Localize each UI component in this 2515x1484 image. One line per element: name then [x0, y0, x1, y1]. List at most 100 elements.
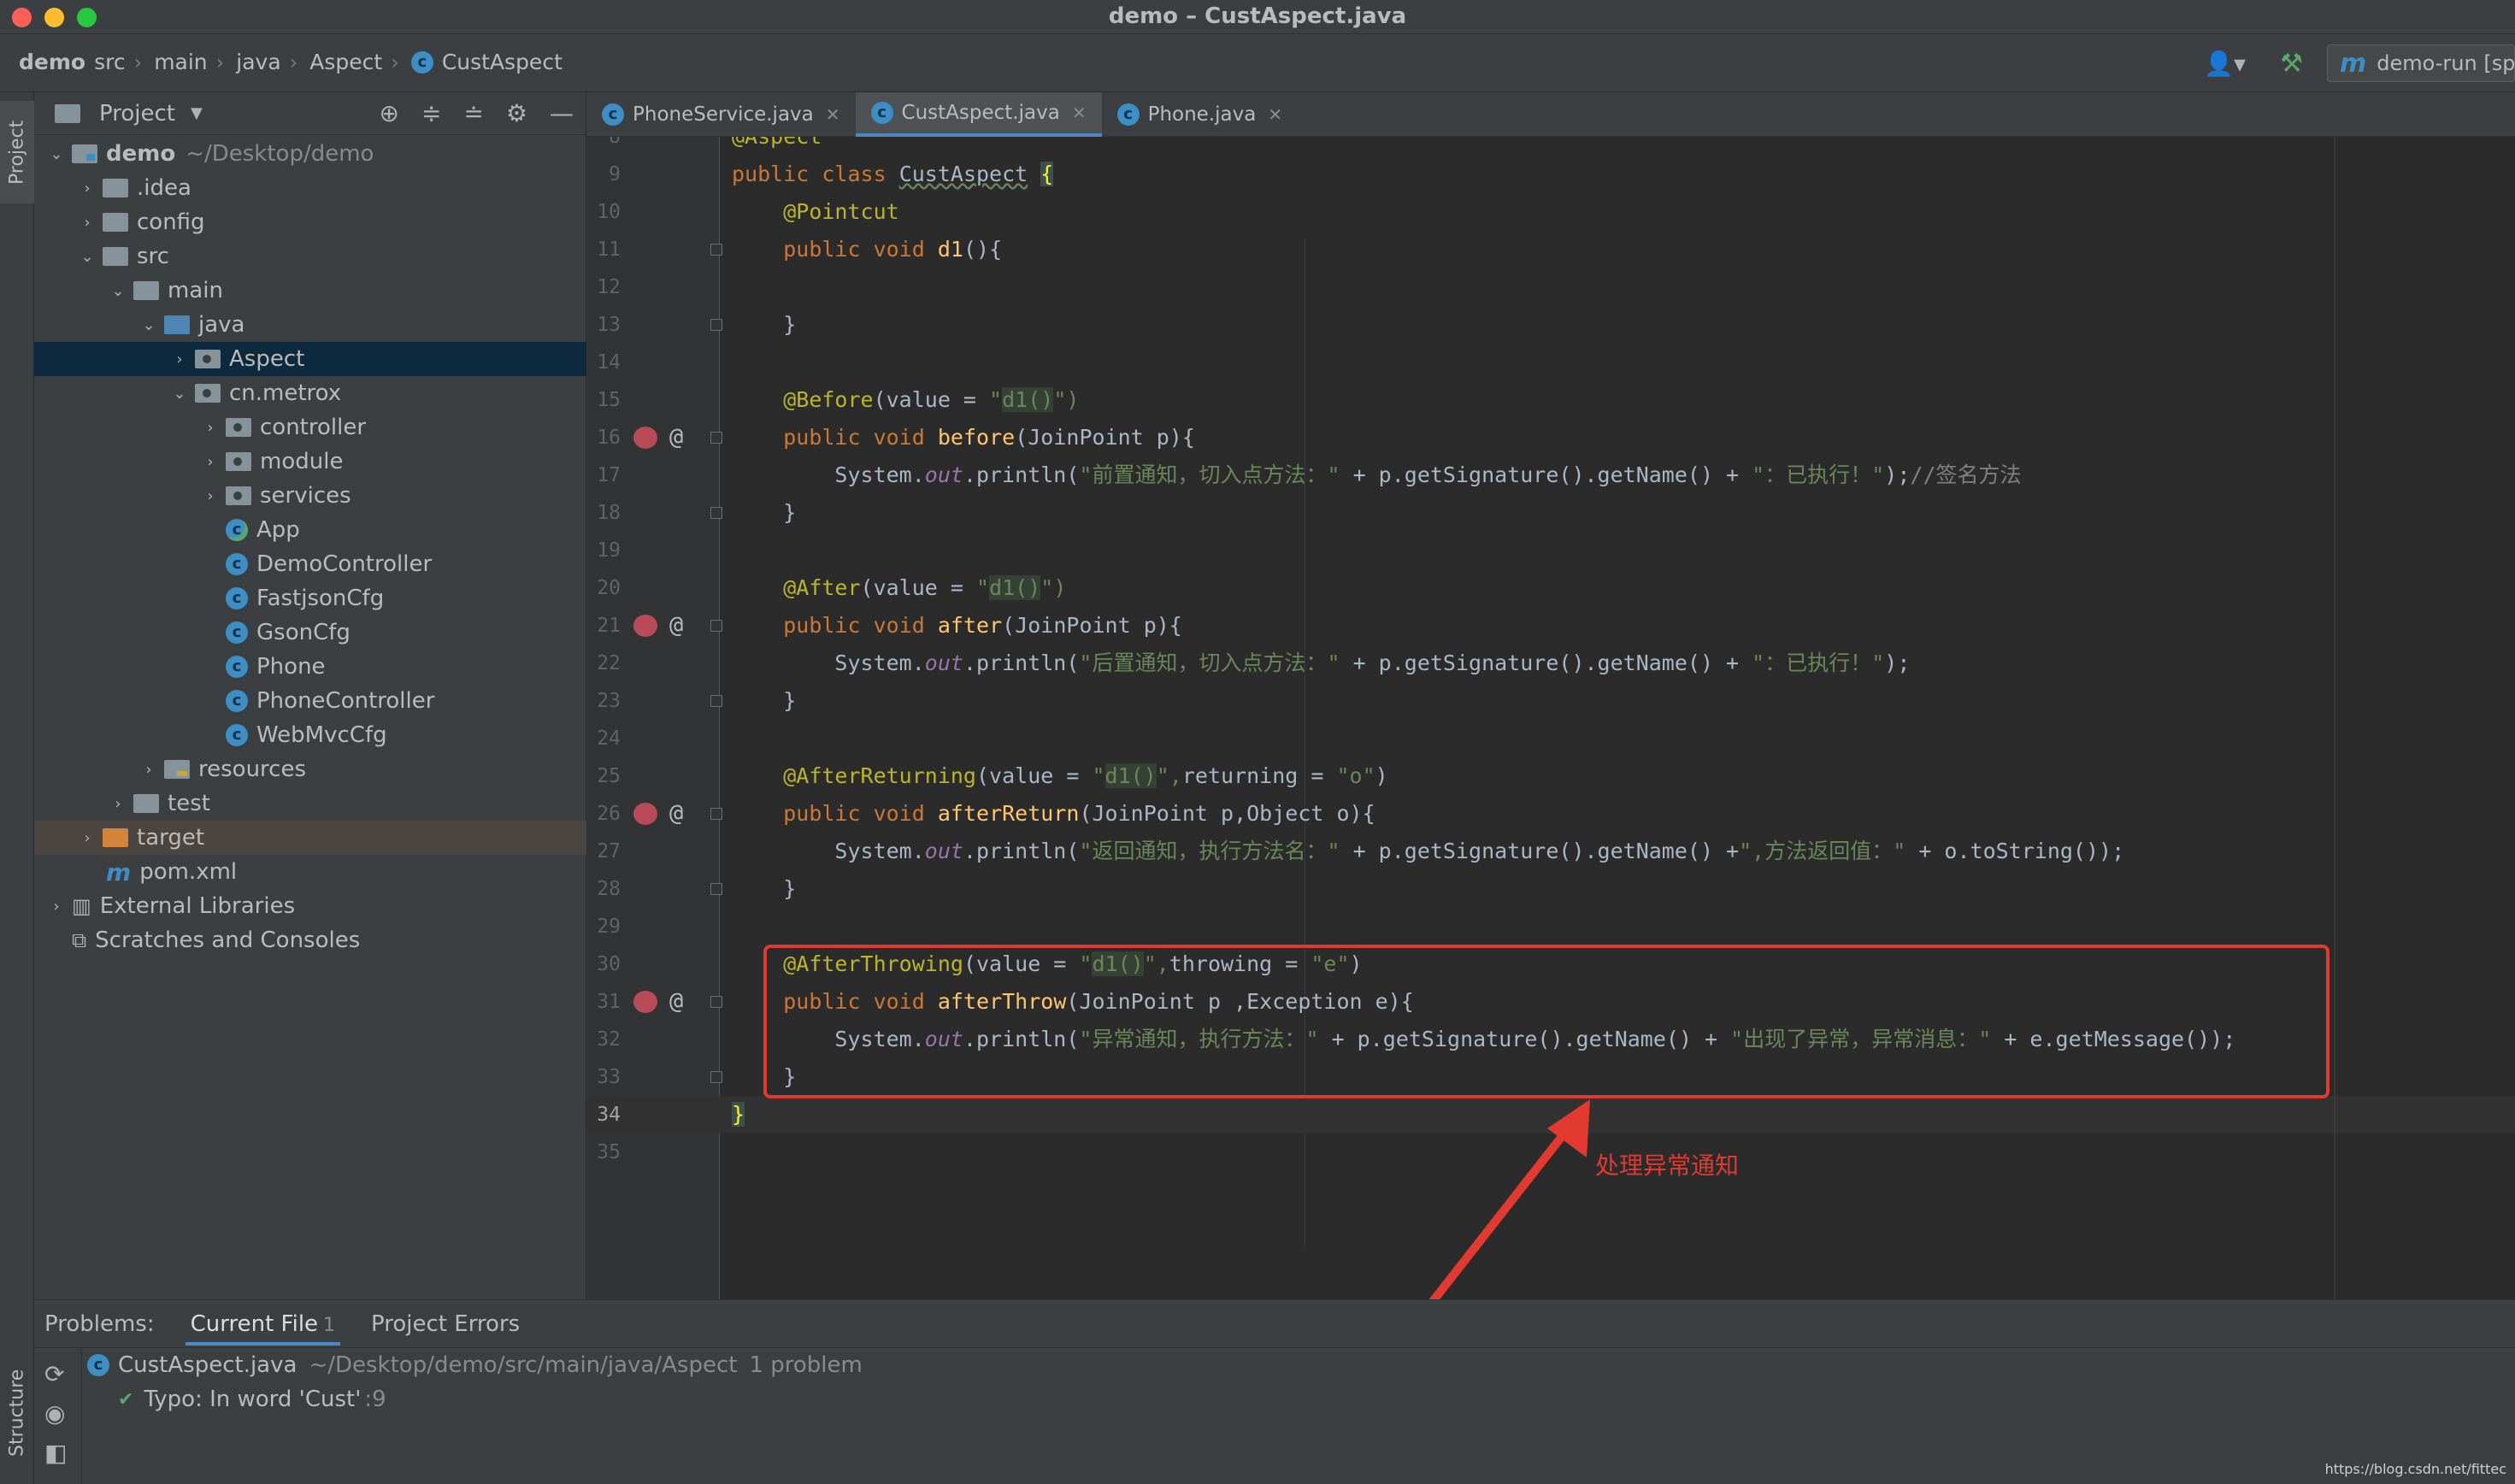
code-token: ": [1092, 763, 1105, 788]
annotation-at-icon[interactable]: @: [669, 419, 683, 456]
tab-phoneservice[interactable]: c PhoneService.java ✕: [586, 92, 856, 137]
chevron-down-icon[interactable]: ⌄: [46, 145, 67, 163]
fold-marker-icon[interactable]: [710, 1071, 722, 1083]
code-token: d1(): [1002, 387, 1054, 412]
tree-item-java[interactable]: ⌄ java: [34, 308, 586, 342]
fold-marker-icon[interactable]: [710, 620, 722, 632]
chevron-right-icon[interactable]: ›: [200, 487, 221, 505]
tree-item-config[interactable]: › config: [34, 205, 586, 239]
structure-tool-tab[interactable]: Structure: [0, 1357, 34, 1469]
tab-current-file[interactable]: Current File 1: [185, 1303, 341, 1346]
chevron-right-icon[interactable]: ›: [46, 898, 67, 916]
locate-icon[interactable]: ⊕: [379, 99, 398, 127]
chevron-right-icon[interactable]: ›: [77, 214, 97, 232]
tree-item-src[interactable]: ⌄ src: [34, 239, 586, 274]
breadcrumb-demo[interactable]: demo: [19, 50, 85, 74]
tree-item-services[interactable]: › services: [34, 479, 586, 513]
preview-panel-icon[interactable]: ◧: [44, 1439, 67, 1467]
hide-panel-icon[interactable]: —: [550, 99, 574, 127]
tree-item-scratches[interactable]: ⧉ Scratches and Consoles: [34, 923, 586, 957]
run-configuration-selector[interactable]: m demo-run [sprir: [2327, 44, 2515, 82]
breadcrumb-aspect[interactable]: Aspect: [309, 50, 382, 74]
chevron-right-icon[interactable]: ›: [169, 350, 190, 368]
aop-advice-icon[interactable]: [633, 427, 657, 449]
fold-marker-icon[interactable]: [710, 695, 722, 707]
tree-item-gsoncfg[interactable]: c GsonCfg: [34, 615, 586, 650]
tree-item-pom-xml[interactable]: m pom.xml: [34, 855, 586, 889]
problem-item-row[interactable]: ✔ Typo: In word 'Cust' :9: [82, 1382, 2515, 1416]
chevron-right-icon[interactable]: ›: [77, 180, 97, 197]
tree-item-democontroller[interactable]: c DemoController: [34, 547, 586, 581]
gear-icon[interactable]: ⚙: [506, 99, 527, 127]
close-icon[interactable]: ✕: [1268, 104, 1282, 125]
project-tree: ⌄ demo ~/Desktop/demo › .idea › config ⌄…: [34, 137, 586, 957]
tree-item-aspect[interactable]: › Aspect: [34, 342, 586, 376]
chevron-down-icon[interactable]: ⌄: [138, 316, 159, 334]
fold-marker-icon[interactable]: [710, 883, 722, 895]
fold-marker-icon[interactable]: [710, 996, 722, 1008]
chevron-down-icon[interactable]: ⌄: [169, 385, 190, 403]
class-icon: c: [226, 690, 248, 712]
tab-project-errors[interactable]: Project Errors: [371, 1303, 520, 1346]
annotation-at-icon[interactable]: @: [669, 795, 683, 833]
build-hammer-icon[interactable]: ⚒: [2280, 49, 2303, 79]
fold-marker-icon[interactable]: [710, 432, 722, 444]
problem-file-row[interactable]: c CustAspect.java ~/Desktop/demo/src/mai…: [82, 1348, 2515, 1382]
fold-marker-icon[interactable]: [710, 808, 722, 820]
aop-advice-icon[interactable]: [633, 803, 657, 825]
breadcrumb-main[interactable]: main: [154, 50, 207, 74]
tree-item-idea[interactable]: › .idea: [34, 171, 586, 205]
close-icon[interactable]: ✕: [1072, 103, 1087, 123]
tree-item-label: Aspect: [229, 346, 305, 372]
fold-marker-icon[interactable]: [710, 507, 722, 519]
chevron-down-icon[interactable]: ▼: [191, 104, 203, 122]
line-number: 9: [609, 163, 621, 186]
tree-item-cn-metrox[interactable]: ⌄ cn.metrox: [34, 376, 586, 410]
chevron-right-icon[interactable]: ›: [200, 453, 221, 471]
chevron-down-icon[interactable]: ⌄: [77, 248, 97, 266]
tab-label: Phone.java: [1147, 103, 1257, 126]
chevron-right-icon[interactable]: ›: [138, 761, 159, 779]
annotation-at-icon[interactable]: @: [669, 983, 683, 1021]
folder-icon: [103, 179, 128, 197]
tab-custaspect[interactable]: c CustAspect.java ✕: [855, 92, 1102, 137]
fold-marker-icon[interactable]: [710, 244, 722, 256]
tree-item-phonecontroller[interactable]: c PhoneController: [34, 684, 586, 718]
tree-item-webmvccfg[interactable]: c WebMvcCfg: [34, 718, 586, 752]
project-tool-tab[interactable]: Project: [0, 101, 34, 203]
tree-item-resources[interactable]: › resources: [34, 752, 586, 786]
breadcrumb-java[interactable]: java: [236, 50, 280, 74]
chevron-down-icon[interactable]: ⌄: [108, 282, 128, 300]
tree-item-external-libraries[interactable]: › ▥ External Libraries: [34, 889, 586, 923]
project-panel-title[interactable]: Project: [99, 101, 175, 127]
maven-icon: m: [2340, 48, 2367, 79]
tree-item-app[interactable]: c App: [34, 513, 586, 547]
tree-item-demo[interactable]: ⌄ demo ~/Desktop/demo: [34, 137, 586, 171]
class-icon: c: [226, 621, 248, 644]
tree-item-phone[interactable]: c Phone: [34, 650, 586, 684]
refresh-icon[interactable]: ⟳: [44, 1360, 64, 1388]
breadcrumb-src[interactable]: src: [94, 50, 126, 74]
fold-marker-icon[interactable]: [710, 319, 722, 331]
tree-item-module[interactable]: › module: [34, 445, 586, 479]
chevron-right-icon[interactable]: ›: [200, 419, 221, 437]
tree-item-main[interactable]: ⌄ main: [34, 274, 586, 308]
tree-item-test[interactable]: › test: [34, 786, 586, 821]
eye-icon[interactable]: ◉: [44, 1399, 65, 1428]
tree-item-fastjsoncfg[interactable]: c FastjsonCfg: [34, 581, 586, 615]
close-icon[interactable]: ✕: [826, 104, 840, 125]
tree-item-label: cn.metrox: [229, 380, 342, 406]
line-number: 11: [597, 238, 621, 261]
annotation-at-icon[interactable]: @: [669, 607, 683, 645]
chevron-right-icon[interactable]: ›: [77, 829, 97, 847]
tree-item-target[interactable]: › target: [34, 821, 586, 855]
user-dropdown-icon[interactable]: 👤▾: [2204, 50, 2246, 78]
tree-item-controller[interactable]: › controller: [34, 410, 586, 445]
chevron-right-icon[interactable]: ›: [108, 795, 128, 813]
expand-all-icon[interactable]: ≑: [421, 99, 441, 127]
aop-advice-icon[interactable]: [633, 991, 657, 1013]
collapse-all-icon[interactable]: ≐: [463, 99, 483, 127]
aop-advice-icon[interactable]: [633, 615, 657, 637]
breadcrumb-custaspect[interactable]: CustAspect: [442, 50, 562, 74]
tab-phone[interactable]: c Phone.java ✕: [1102, 92, 1299, 137]
